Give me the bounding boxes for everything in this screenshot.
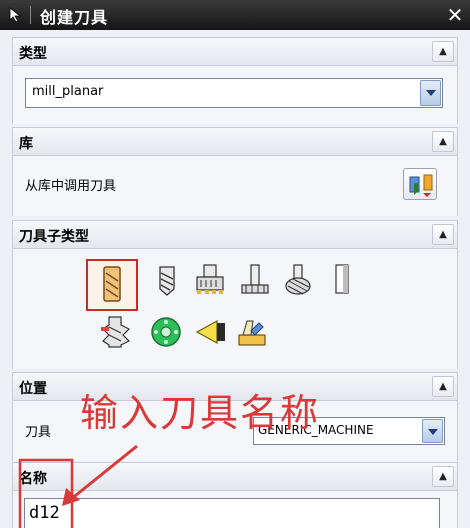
annotation-highlight-box [18,458,74,528]
annotation-arrow-line [69,444,138,502]
annotation-overlay [18,444,138,528]
